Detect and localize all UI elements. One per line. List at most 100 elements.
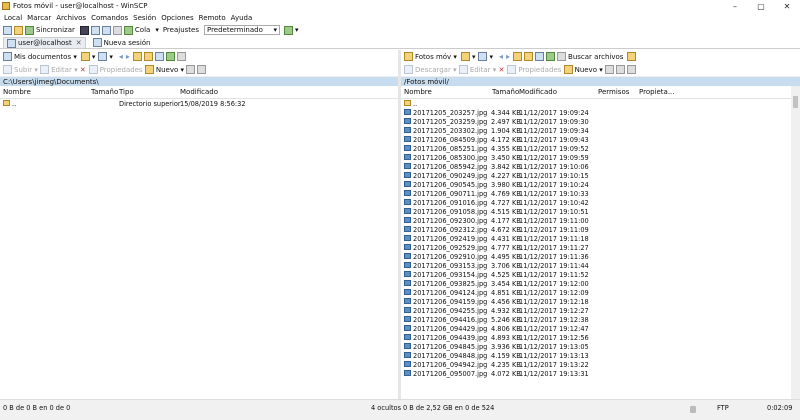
menu-local[interactable]: Local bbox=[4, 14, 22, 22]
delete-icon[interactable]: ✕ bbox=[80, 66, 86, 74]
menu-remoto[interactable]: Remoto bbox=[199, 14, 226, 22]
back-icon[interactable]: ◂ bbox=[119, 52, 123, 61]
forward-icon[interactable]: ▸ bbox=[126, 52, 130, 61]
tab-session[interactable]: user@localhost ✕ bbox=[3, 37, 86, 48]
table-row[interactable]: 20171206_092910.jpg 4.495 KB 11/12/2017 19… bbox=[401, 252, 800, 261]
find-icon[interactable] bbox=[176, 52, 186, 61]
table-row[interactable]: 20171206_092529.jpg 4.777 KB 11/12/2017 19… bbox=[401, 243, 800, 252]
vertical-scrollbar[interactable] bbox=[791, 86, 800, 399]
remote-path[interactable]: /Fotos móvil/ bbox=[401, 76, 800, 86]
table-row[interactable]: 20171206_095007.jpg 4.072 KB 11/12/2017 19… bbox=[401, 369, 800, 378]
open-folder-icon[interactable] bbox=[460, 52, 470, 61]
parent-dir-icon[interactable] bbox=[132, 52, 142, 61]
putty-icon[interactable] bbox=[90, 25, 100, 35]
find-files-button[interactable]: Buscar archivos bbox=[568, 53, 623, 61]
root-dir-icon[interactable] bbox=[143, 52, 153, 61]
synchronize-icon[interactable] bbox=[25, 25, 34, 35]
hidden-files-status[interactable]: 4 ocultos bbox=[371, 404, 401, 412]
menu-opciones[interactable]: Opciones bbox=[161, 14, 193, 22]
table-row[interactable]: 20171206_091016.jpg 4.727 KB 11/12/2017 19… bbox=[401, 198, 800, 207]
local-path[interactable]: C:\Users\jimeg\Documents\ bbox=[0, 76, 398, 86]
menu-marcar[interactable]: Marcar bbox=[27, 14, 51, 22]
table-row[interactable]: 20171206_093154.jpg 4.525 KB 11/12/2017 19… bbox=[401, 270, 800, 279]
keep-remote-icon[interactable] bbox=[627, 52, 637, 61]
local-location-dropdown[interactable]: Mis documentos ▾ bbox=[3, 52, 77, 61]
queue-icon[interactable] bbox=[123, 25, 133, 35]
table-row[interactable]: 20171206_090545.jpg 3.980 KB 11/12/2017 19… bbox=[401, 180, 800, 189]
select-icon[interactable] bbox=[186, 65, 196, 74]
table-row[interactable]: 20171205_203302.jpg 1.904 KB 11/12/2017 19… bbox=[401, 126, 800, 135]
table-row[interactable]: 20171206_094429.jpg 4.806 KB 11/12/2017 19… bbox=[401, 324, 800, 333]
globe-icon[interactable] bbox=[112, 25, 122, 35]
transfer-settings-icon[interactable] bbox=[283, 25, 293, 35]
home-icon[interactable] bbox=[154, 52, 164, 61]
col-size[interactable]: Tamaño bbox=[91, 88, 118, 96]
edit-button[interactable]: Editar bbox=[51, 66, 72, 74]
refresh-icon[interactable] bbox=[165, 52, 175, 61]
unselect-icon[interactable] bbox=[197, 65, 207, 74]
close-button[interactable]: ✕ bbox=[774, 0, 800, 13]
table-row[interactable]: 20171206_090249.jpg 4.227 KB 11/12/2017 19… bbox=[401, 171, 800, 180]
compare-icon[interactable] bbox=[3, 25, 12, 35]
unselect-icon[interactable] bbox=[615, 65, 625, 74]
table-row[interactable]: .. Directorio superior 15/08/2019 8:56:3… bbox=[0, 99, 398, 108]
col-modified[interactable]: Modificado bbox=[519, 88, 557, 96]
table-row[interactable]: 20171206_085942.jpg 3.842 KB 11/12/2017 19… bbox=[401, 162, 800, 171]
table-row[interactable]: 20171206_094124.jpg 4.851 KB 11/12/2017 19… bbox=[401, 288, 800, 297]
properties-button[interactable]: Propiedades bbox=[100, 66, 143, 74]
close-tab-icon[interactable]: ✕ bbox=[76, 39, 82, 47]
table-row[interactable]: 20171206_090711.jpg 4.769 KB 11/12/2017 19… bbox=[401, 189, 800, 198]
root-dir-icon[interactable] bbox=[524, 52, 534, 61]
new-button[interactable]: Nuevo bbox=[156, 66, 178, 74]
col-modified[interactable]: Modificado bbox=[180, 88, 218, 96]
table-row[interactable]: 20171205_203257.jpg 4.344 KB 11/12/2017 19… bbox=[401, 108, 800, 117]
table-row[interactable]: 20171206_085300.jpg 3.450 KB 11/12/2017 19… bbox=[401, 153, 800, 162]
filter-icon[interactable] bbox=[98, 52, 108, 61]
col-name[interactable]: Nombre bbox=[3, 88, 31, 96]
open-folder-icon[interactable] bbox=[80, 52, 90, 61]
table-row[interactable]: 20171206_094845.jpg 3.936 KB 11/12/2017 19… bbox=[401, 342, 800, 351]
filter-icon[interactable] bbox=[478, 52, 488, 61]
scrollbar-thumb[interactable] bbox=[793, 96, 798, 108]
table-row[interactable]: 20171206_085251.jpg 4.355 KB 11/12/2017 19… bbox=[401, 144, 800, 153]
table-row[interactable]: 20171206_094416.jpg 5.246 KB 11/12/2017 19… bbox=[401, 315, 800, 324]
forward-icon[interactable]: ▸ bbox=[506, 52, 510, 61]
col-type[interactable]: Tipo bbox=[119, 88, 134, 96]
new-button[interactable]: Nuevo bbox=[575, 66, 597, 74]
queue-button[interactable]: Cola bbox=[135, 26, 150, 34]
remote-location-dropdown[interactable]: Fotos móv ▾ bbox=[404, 52, 457, 61]
minimize-button[interactable]: – bbox=[722, 0, 748, 13]
upload-button[interactable]: Subir bbox=[14, 66, 32, 74]
table-row[interactable]: 20171206_091058.jpg 4.515 KB 11/12/2017 19… bbox=[401, 207, 800, 216]
table-row[interactable]: 20171206_094439.jpg 4.893 KB 11/12/2017 19… bbox=[401, 333, 800, 342]
table-row[interactable]: 20171206_092300.jpg 4.177 KB 11/12/2017 19… bbox=[401, 216, 800, 225]
download-button[interactable]: Descargar bbox=[415, 66, 451, 74]
tab-new-session[interactable]: Nueva sesión bbox=[90, 37, 154, 48]
table-row[interactable]: 20171206_093153.jpg 3.706 KB 11/12/2017 19… bbox=[401, 261, 800, 270]
col-owner[interactable]: Propieta... bbox=[639, 88, 675, 96]
table-row[interactable]: 20171206_094942.jpg 4.235 KB 11/12/2017 19… bbox=[401, 360, 800, 369]
menu-archivos[interactable]: Archivos bbox=[56, 14, 86, 22]
maximize-button[interactable]: ▢ bbox=[748, 0, 774, 13]
menu-comandos[interactable]: Comandos bbox=[91, 14, 128, 22]
preferences-icon[interactable] bbox=[101, 25, 111, 35]
select-filter-icon[interactable] bbox=[626, 65, 636, 74]
parent-dir-icon[interactable] bbox=[513, 52, 523, 61]
table-row[interactable]: 20171206_092419.jpg 4.431 KB 11/12/2017 19… bbox=[401, 234, 800, 243]
menu-sesion[interactable]: Sesión bbox=[133, 14, 156, 22]
delete-icon[interactable]: ✕ bbox=[499, 66, 505, 74]
menu-ayuda[interactable]: Ayuda bbox=[231, 14, 253, 22]
select-icon[interactable] bbox=[604, 65, 614, 74]
col-permissions[interactable]: Permisos bbox=[598, 88, 629, 96]
edit-button[interactable]: Editar bbox=[470, 66, 491, 74]
synchronize-button[interactable]: Sincronizar bbox=[36, 26, 75, 34]
table-row[interactable]: 20171206_094848.jpg 4.159 KB 11/12/2017 19… bbox=[401, 351, 800, 360]
col-size[interactable]: Tamaño bbox=[492, 88, 519, 96]
back-icon[interactable]: ◂ bbox=[499, 52, 503, 61]
properties-button[interactable]: Propiedades bbox=[518, 66, 561, 74]
terminal-icon[interactable] bbox=[79, 25, 89, 35]
table-row[interactable]: 20171206_094159.jpg 4.456 KB 11/12/2017 19… bbox=[401, 297, 800, 306]
sync-browse-icon[interactable] bbox=[14, 25, 23, 35]
presets-dropdown[interactable]: Predeterminado bbox=[203, 25, 280, 35]
table-row[interactable]: 20171206_094255.jpg 4.932 KB 11/12/2017 19… bbox=[401, 306, 800, 315]
